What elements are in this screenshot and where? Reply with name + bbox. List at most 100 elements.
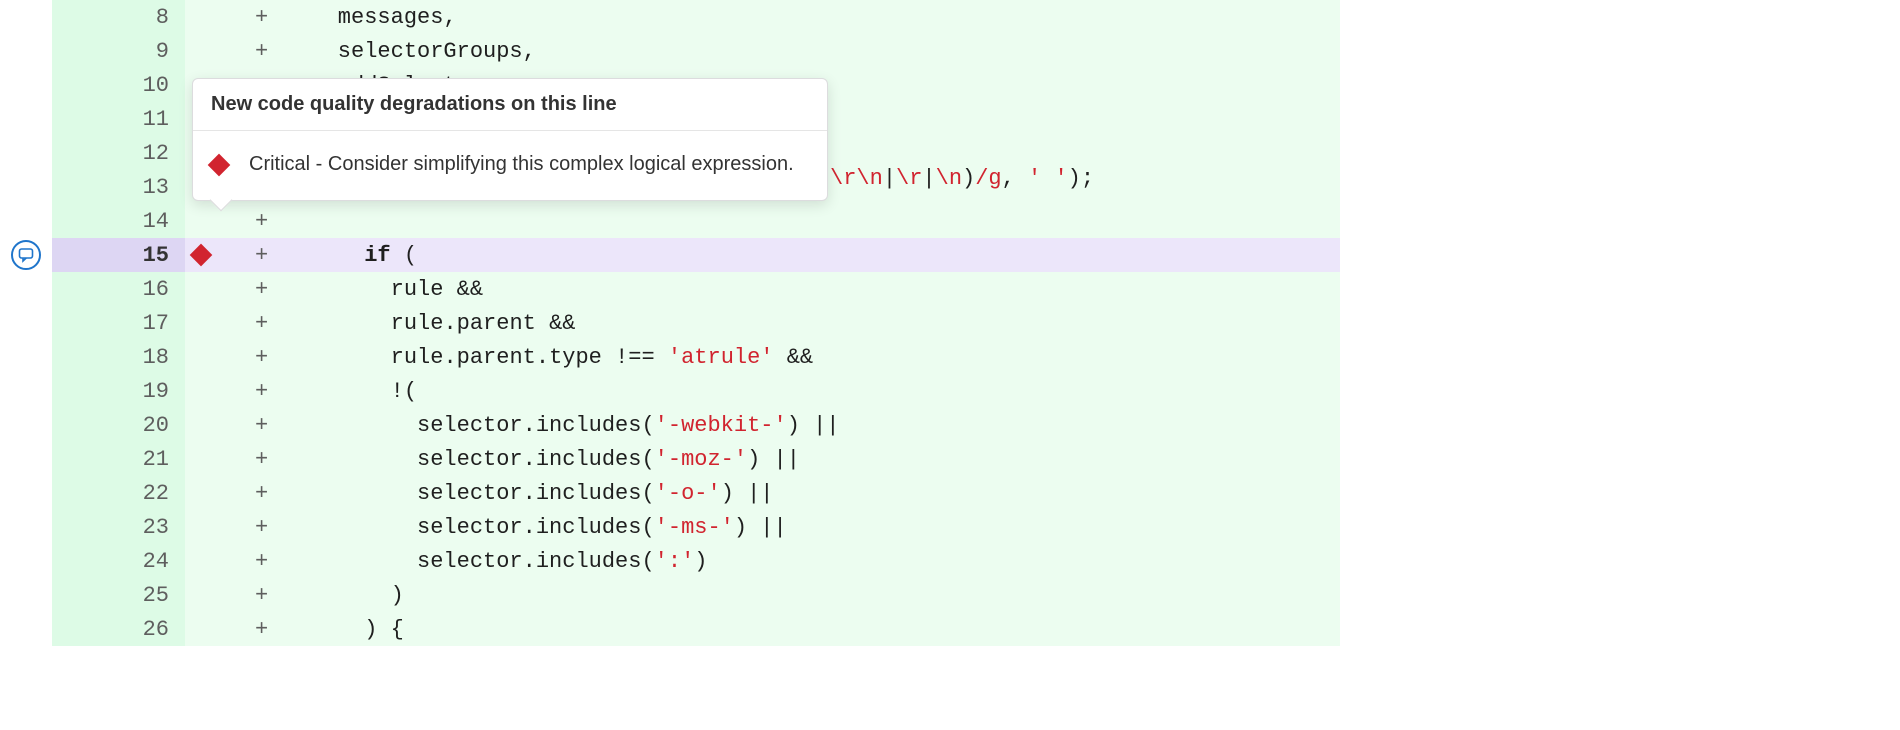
diff-row[interactable]: 14 + — [0, 204, 1900, 238]
line-number[interactable]: 8 — [52, 0, 185, 34]
code-content[interactable]: rule.parent && — [285, 306, 1340, 340]
inline-marker-cell — [185, 0, 255, 34]
comment-gutter[interactable] — [0, 170, 52, 204]
line-number[interactable]: 12 — [52, 136, 185, 170]
code-content[interactable]: selectorGroups, — [285, 34, 1340, 68]
line-number[interactable]: 17 — [52, 306, 185, 340]
diff-row[interactable]: 17 + rule.parent && — [0, 306, 1900, 340]
code-content[interactable]: rule.parent.type !== 'atrule' && — [285, 340, 1340, 374]
right-padding — [1340, 442, 1900, 476]
comment-gutter[interactable] — [0, 204, 52, 238]
inline-marker-cell — [185, 306, 255, 340]
diff-row[interactable]: 19 + !( — [0, 374, 1900, 408]
code-content[interactable]: selector.includes('-ms-') || — [285, 510, 1340, 544]
diff-row[interactable]: 8+ messages, — [0, 0, 1900, 34]
line-number[interactable]: 16 — [52, 272, 185, 306]
diff-row[interactable]: 20+ selector.includes('-webkit-') || — [0, 408, 1900, 442]
comment-gutter[interactable] — [0, 612, 52, 646]
right-padding — [1340, 102, 1900, 136]
code-line-partial-13: \r\n|\r|\n)/g, ' '); — [830, 166, 1094, 191]
line-number[interactable]: 14 — [52, 204, 185, 238]
line-number[interactable]: 25 — [52, 578, 185, 612]
line-number[interactable]: 22 — [52, 476, 185, 510]
right-padding — [1340, 510, 1900, 544]
diff-sign: + — [255, 442, 285, 476]
diff-sign: + — [255, 272, 285, 306]
code-content[interactable]: messages, — [285, 0, 1340, 34]
diff-row[interactable]: 15+ if ( — [0, 238, 1900, 272]
code-content[interactable]: selector.includes('-moz-') || — [285, 442, 1340, 476]
diff-sign: + — [255, 306, 285, 340]
line-number[interactable]: 11 — [52, 102, 185, 136]
code-content[interactable]: rule && — [285, 272, 1340, 306]
inline-marker-cell — [185, 612, 255, 646]
line-number[interactable]: 26 — [52, 612, 185, 646]
diff-sign: + — [255, 510, 285, 544]
right-padding — [1340, 306, 1900, 340]
comment-gutter[interactable] — [0, 0, 52, 34]
diff-row[interactable]: 22+ selector.includes('-o-') || — [0, 476, 1900, 510]
code-content[interactable] — [285, 204, 1340, 238]
diff-row[interactable]: 25 + ) — [0, 578, 1900, 612]
line-number[interactable]: 9 — [52, 34, 185, 68]
code-content[interactable]: ) — [285, 578, 1340, 612]
comment-gutter[interactable] — [0, 102, 52, 136]
right-padding — [1340, 170, 1900, 204]
code-content[interactable]: selector.includes('-o-') || — [285, 476, 1340, 510]
comment-gutter[interactable] — [0, 578, 52, 612]
tooltip-severity: Critical — [249, 153, 310, 175]
code-content[interactable]: selector.includes(':') — [285, 544, 1340, 578]
line-number[interactable]: 23 — [52, 510, 185, 544]
line-number[interactable]: 18 — [52, 340, 185, 374]
code-content[interactable]: !( — [285, 374, 1340, 408]
comment-gutter[interactable] — [0, 408, 52, 442]
diff-sign: + — [255, 204, 285, 238]
inline-marker-cell — [185, 544, 255, 578]
add-comment-icon[interactable] — [11, 240, 41, 270]
code-content[interactable]: if ( — [285, 238, 1340, 272]
line-number[interactable]: 15 — [52, 238, 185, 272]
line-number[interactable]: 20 — [52, 408, 185, 442]
right-padding — [1340, 136, 1900, 170]
line-number[interactable]: 13 — [52, 170, 185, 204]
line-number[interactable]: 10 — [52, 68, 185, 102]
right-padding — [1340, 204, 1900, 238]
severity-critical-icon[interactable] — [190, 244, 213, 267]
comment-gutter[interactable] — [0, 306, 52, 340]
line-number[interactable]: 19 — [52, 374, 185, 408]
diff-row[interactable]: 16 + rule && — [0, 272, 1900, 306]
diff-sign: + — [255, 374, 285, 408]
comment-gutter[interactable] — [0, 374, 52, 408]
diff-row[interactable]: 23 + selector.includes('-ms-') || — [0, 510, 1900, 544]
comment-gutter[interactable] — [0, 272, 52, 306]
diff-row[interactable]: 18+ rule.parent.type !== 'atrule' && — [0, 340, 1900, 374]
code-content[interactable]: ) { — [285, 612, 1340, 646]
diff-row[interactable]: 26 + ) { — [0, 612, 1900, 646]
inline-marker-cell — [185, 476, 255, 510]
comment-gutter[interactable] — [0, 68, 52, 102]
line-number[interactable]: 24 — [52, 544, 185, 578]
code-content[interactable]: selector.includes('-webkit-') || — [285, 408, 1340, 442]
comment-gutter[interactable] — [0, 476, 52, 510]
code-quality-tooltip: New code quality degradations on this li… — [192, 78, 828, 201]
line-number[interactable]: 21 — [52, 442, 185, 476]
comment-gutter[interactable] — [0, 34, 52, 68]
tooltip-message-text: Consider simplifying this complex logica… — [328, 153, 794, 175]
diff-row[interactable]: 21 + selector.includes('-moz-') || — [0, 442, 1900, 476]
comment-gutter[interactable] — [0, 442, 52, 476]
diff-sign: + — [255, 612, 285, 646]
comment-gutter[interactable] — [0, 340, 52, 374]
comment-gutter[interactable] — [0, 136, 52, 170]
inline-marker-cell — [185, 34, 255, 68]
diff-row[interactable]: 24+ selector.includes(':') — [0, 544, 1900, 578]
comment-gutter[interactable] — [0, 238, 52, 272]
diff-row[interactable]: 9+ selectorGroups, — [0, 34, 1900, 68]
inline-marker-cell[interactable] — [185, 238, 255, 272]
inline-marker-cell — [185, 510, 255, 544]
right-padding — [1340, 68, 1900, 102]
comment-gutter[interactable] — [0, 544, 52, 578]
severity-critical-icon — [208, 153, 231, 176]
inline-marker-cell — [185, 272, 255, 306]
comment-gutter[interactable] — [0, 510, 52, 544]
diff-sign: + — [255, 578, 285, 612]
